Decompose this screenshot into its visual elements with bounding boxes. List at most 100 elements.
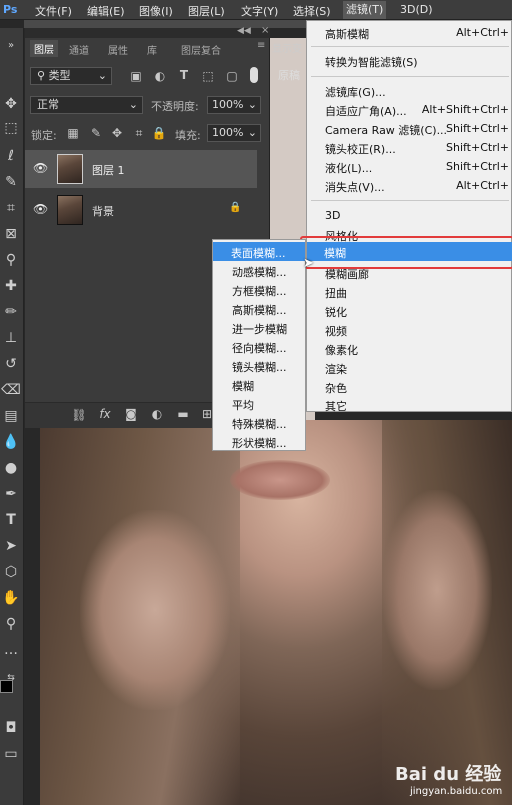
layer-row[interactable]: 👁 图层 1 <box>25 150 257 188</box>
menu-item-adaptive-wide-angle[interactable]: 自适应广角(A)... <box>325 103 407 119</box>
zoom-tool-icon[interactable]: ⚲ <box>1 614 21 634</box>
layer-row[interactable]: 👁 背景 🔒 <box>25 191 257 229</box>
filter-adjustment-icon[interactable]: ◐ <box>152 69 168 83</box>
menu-item-last-filter[interactable]: 高斯模糊 <box>325 26 369 42</box>
layer-filter-select[interactable]: ⚲ 类型 ⌄ <box>30 67 112 85</box>
filter-pixel-icon[interactable]: ▣ <box>128 69 144 83</box>
menu-image[interactable]: 图像(I) <box>139 3 173 19</box>
submenu-item-motion-blur[interactable]: 动感模糊... <box>232 264 287 280</box>
panel-collapse-icon[interactable]: » <box>1 36 21 56</box>
menu-item-sharpen[interactable]: 锐化 <box>325 304 347 320</box>
lasso-tool-icon[interactable]: ℓ <box>1 146 21 166</box>
quick-select-icon[interactable]: ✎ <box>1 172 21 192</box>
foreground-color-swatch[interactable] <box>0 680 13 693</box>
menu-item-noise[interactable]: 杂色 <box>325 380 347 396</box>
opacity-input[interactable]: 100% ⌄ <box>207 96 261 114</box>
quick-mask-icon[interactable]: ◘ <box>1 718 21 738</box>
dodge-tool-icon[interactable]: ● <box>1 458 21 478</box>
filter-toggle[interactable] <box>250 67 258 83</box>
submenu-item-box-blur[interactable]: 方框模糊... <box>232 283 287 299</box>
menu-edit[interactable]: 编辑(E) <box>87 3 125 19</box>
panel-close-icon[interactable]: × <box>261 25 269 36</box>
visibility-eye-icon[interactable]: 👁 <box>33 202 48 216</box>
menu-item-3d[interactable]: 3D <box>325 209 340 222</box>
menu-layer[interactable]: 图层(L) <box>188 3 225 19</box>
screen-mode-icon[interactable]: ▭ <box>1 744 21 764</box>
menu-filter[interactable]: 滤镜(T) <box>343 1 387 19</box>
doc-tab-label[interactable]: 显示变 <box>272 40 302 55</box>
frame-tool-icon[interactable]: ⊠ <box>1 224 21 244</box>
tab-library[interactable]: 库 <box>147 42 157 57</box>
link-layers-icon[interactable]: ⛓ <box>71 408 87 422</box>
clone-stamp-icon[interactable]: ⊥ <box>1 328 21 348</box>
panel-collapse-icon[interactable]: ◀◀ <box>237 26 251 36</box>
layer-style-fx-icon[interactable]: fx <box>97 407 113 421</box>
gradient-tool-icon[interactable]: ▤ <box>1 406 21 426</box>
chevron-down-icon: ⌄ <box>128 98 138 111</box>
eyedropper-icon[interactable]: ⚲ <box>1 250 21 270</box>
photo-canvas[interactable] <box>40 420 512 805</box>
menu-select[interactable]: 选择(S) <box>293 3 331 19</box>
menu-item-vanishing-point[interactable]: 消失点(V)... <box>325 179 385 195</box>
menu-item-other[interactable]: 其它 <box>325 398 347 414</box>
menu-file[interactable]: 文件(F) <box>35 3 72 19</box>
adjustment-layer-icon[interactable]: ◐ <box>149 407 165 421</box>
submenu-item-blur-more[interactable]: 进一步模糊 <box>232 321 287 337</box>
menu-item-filter-gallery[interactable]: 滤镜库(G)... <box>325 84 386 100</box>
filter-shape-icon[interactable]: ⬚ <box>200 69 216 83</box>
tab-channels[interactable]: 通道 <box>69 42 89 57</box>
new-group-icon[interactable]: ▬ <box>175 407 191 421</box>
submenu-item-blur[interactable]: 模糊 <box>232 378 254 394</box>
doc-tab-label-2[interactable]: 原稿 <box>278 67 300 83</box>
layer-name[interactable]: 背景 <box>92 203 114 219</box>
submenu-item-gaussian-blur[interactable]: 高斯模糊... <box>232 302 287 318</box>
menu-item-pixelate[interactable]: 像素化 <box>325 342 358 358</box>
healing-brush-icon[interactable]: ✚ <box>1 276 21 296</box>
lock-image-icon[interactable]: ✎ <box>88 126 104 140</box>
menu-type[interactable]: 文字(Y) <box>241 3 278 19</box>
submenu-item-lens-blur[interactable]: 镜头模糊... <box>232 359 287 375</box>
shape-tool-icon[interactable]: ⬡ <box>1 562 21 582</box>
panel-menu-icon[interactable]: ≡ <box>257 40 265 51</box>
add-mask-icon[interactable]: ◙ <box>123 407 139 421</box>
brush-tool-icon[interactable]: ✏ <box>1 302 21 322</box>
menu-item-distort[interactable]: 扭曲 <box>325 285 347 301</box>
blend-mode-select[interactable]: 正常 ⌄ <box>30 96 143 114</box>
more-tools-icon[interactable]: … <box>1 640 21 660</box>
lock-transparent-icon[interactable]: ▦ <box>65 126 81 140</box>
history-brush-icon[interactable]: ↺ <box>1 354 21 374</box>
ps-logo-icon[interactable]: Ps <box>3 3 17 16</box>
submenu-item-shape-blur[interactable]: 形状模糊... <box>232 435 287 451</box>
submenu-item-surface-blur[interactable]: 表面模糊... <box>213 242 305 261</box>
filter-type-icon[interactable]: T <box>176 68 192 82</box>
blur-tool-icon[interactable]: 💧 <box>1 432 21 452</box>
lock-all-icon[interactable]: 🔒 <box>151 126 167 140</box>
eraser-icon[interactable]: ⌫ <box>1 380 21 400</box>
menu-item-video[interactable]: 视频 <box>325 323 347 339</box>
marquee-tool-icon[interactable]: ⬚ <box>1 118 21 138</box>
type-tool-icon[interactable]: T <box>1 510 21 530</box>
visibility-eye-icon[interactable]: 👁 <box>33 161 48 175</box>
menu-3d[interactable]: 3D(D) <box>400 3 433 16</box>
tab-layer-comps[interactable]: 图层复合 <box>181 42 221 57</box>
fill-input[interactable]: 100% ⌄ <box>207 124 261 142</box>
menu-item-camera-raw[interactable]: Camera Raw 滤镜(C)... <box>325 122 447 138</box>
pen-tool-icon[interactable]: ✒ <box>1 484 21 504</box>
submenu-item-radial-blur[interactable]: 径向模糊... <box>232 340 287 356</box>
lock-artboard-icon[interactable]: ⌗ <box>131 126 147 141</box>
tab-properties[interactable]: 属性 <box>108 42 128 57</box>
menu-item-lens-correction[interactable]: 镜头校正(R)... <box>325 141 396 157</box>
crop-tool-icon[interactable]: ⌗ <box>1 198 21 218</box>
submenu-item-smart-blur[interactable]: 特殊模糊... <box>232 416 287 432</box>
layer-name[interactable]: 图层 1 <box>92 162 125 178</box>
menu-item-liquify[interactable]: 液化(L)... <box>325 160 372 176</box>
lock-position-icon[interactable]: ✥ <box>109 126 125 140</box>
hand-tool-icon[interactable]: ✋ <box>1 588 21 608</box>
filter-smart-object-icon[interactable]: ▢ <box>224 69 240 83</box>
move-tool-icon[interactable]: ✥ <box>1 94 21 114</box>
path-select-icon[interactable]: ➤ <box>1 536 21 556</box>
tab-layers[interactable]: 图层 <box>30 40 58 57</box>
menu-item-convert-smart[interactable]: 转换为智能滤镜(S) <box>325 54 418 70</box>
submenu-item-average[interactable]: 平均 <box>232 397 254 413</box>
menu-item-render[interactable]: 渲染 <box>325 361 347 377</box>
